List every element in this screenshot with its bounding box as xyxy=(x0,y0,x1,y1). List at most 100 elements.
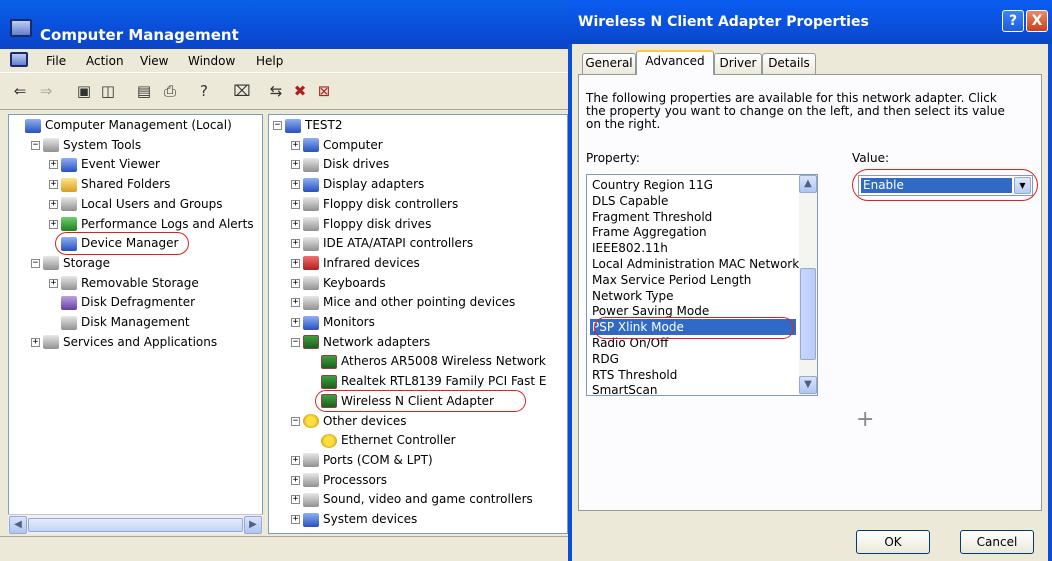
expand-icon[interactable]: + xyxy=(291,515,300,524)
help-icon[interactable]: ? xyxy=(194,81,214,101)
scan-hardware-icon[interactable]: ⌧ xyxy=(232,81,252,101)
property-item[interactable]: IEEE802.11h xyxy=(590,240,796,256)
property-item[interactable]: Local Administration MAC Network xyxy=(590,256,799,272)
scroll-up-icon[interactable]: ▲ xyxy=(799,175,817,193)
cancel-button[interactable]: Cancel xyxy=(960,530,1034,554)
tree-item[interactable]: Shared Folders xyxy=(61,175,170,194)
tab-details[interactable]: Details xyxy=(762,53,816,74)
forward-icon[interactable]: ⇒ xyxy=(36,81,56,101)
scroll-left-icon[interactable]: ◀ xyxy=(9,516,27,534)
tree-item[interactable]: Monitors xyxy=(303,313,375,332)
tree-item[interactable]: Display adapters xyxy=(303,175,424,194)
expand-icon[interactable]: + xyxy=(291,140,300,150)
expand-icon[interactable]: + xyxy=(49,160,58,170)
back-icon[interactable]: ⇐ xyxy=(10,81,30,101)
tree-item[interactable]: Mice and other pointing devices xyxy=(303,293,515,312)
property-list[interactable]: SmartScan RTS Threshold RDG Radio On/Off PSP… xyxy=(586,174,818,396)
menu-file[interactable]: File xyxy=(46,54,66,68)
tree-item[interactable]: Computer xyxy=(303,136,383,155)
up-folder-icon[interactable]: ▣ xyxy=(74,81,94,101)
tree-item[interactable]: Other devices xyxy=(303,412,407,431)
help-question-icon[interactable]: ? xyxy=(1002,10,1024,32)
collapse-icon[interactable]: − xyxy=(273,121,282,130)
print-icon[interactable]: ⎙ xyxy=(160,81,180,101)
expand-icon[interactable]: + xyxy=(291,160,300,170)
tree-item[interactable]: Disk drives xyxy=(303,155,389,174)
menu-window[interactable]: Window xyxy=(188,54,235,68)
properties-icon[interactable]: ▤ xyxy=(134,81,154,101)
tab-driver[interactable]: Driver xyxy=(714,53,762,74)
expand-icon[interactable]: + xyxy=(291,199,300,209)
disable-device-icon[interactable]: ⊠ xyxy=(314,81,334,101)
tree-item[interactable]: Realtek RTL8139 Family PCI Fast E xyxy=(321,372,546,391)
property-item[interactable]: Country Region 11G xyxy=(590,177,796,193)
tree-item[interactable]: Infrared devices xyxy=(303,254,420,273)
property-item[interactable]: Network Type xyxy=(590,288,796,304)
update-driver-icon[interactable]: ⇆ xyxy=(266,81,286,101)
ok-button[interactable]: OK xyxy=(856,530,930,554)
expand-icon[interactable]: + xyxy=(291,455,300,465)
tree-item[interactable]: Network adapters xyxy=(303,333,430,352)
tree-item[interactable]: Disk Management xyxy=(61,313,190,332)
expand-icon[interactable]: + xyxy=(291,239,300,249)
property-item[interactable]: Frame Aggregation xyxy=(590,224,796,240)
property-item[interactable]: SmartScan xyxy=(590,382,796,395)
scroll-thumb[interactable] xyxy=(28,518,243,532)
tree-item[interactable]: Disk Defragmenter xyxy=(61,293,195,312)
tree-item[interactable]: Ports (COM & LPT) xyxy=(303,451,433,470)
expand-icon[interactable]: + xyxy=(291,495,300,505)
expand-icon[interactable]: + xyxy=(291,258,300,268)
expand-icon[interactable]: + xyxy=(291,318,300,327)
collapse-icon[interactable]: − xyxy=(291,337,300,347)
menu-help[interactable]: Help xyxy=(256,54,283,68)
property-item[interactable]: Max Service Period Length xyxy=(590,272,796,288)
tree-item[interactable]: Sound, video and game controllers xyxy=(303,490,533,509)
tab-advanced[interactable]: Advanced xyxy=(636,50,714,75)
collapse-icon[interactable]: − xyxy=(31,258,40,268)
expand-icon[interactable]: + xyxy=(49,180,58,190)
expand-icon[interactable]: + xyxy=(31,337,40,347)
collapse-icon[interactable]: − xyxy=(31,140,40,150)
tree-item[interactable]: Local Users and Groups xyxy=(61,195,223,214)
scroll-right-icon[interactable]: ▶ xyxy=(244,516,262,534)
tree-item[interactable]: Computer Management (Local) xyxy=(25,116,232,135)
scroll-thumb[interactable] xyxy=(800,268,816,360)
expand-icon[interactable]: + xyxy=(291,180,300,190)
scroll-down-icon[interactable]: ▼ xyxy=(799,376,817,394)
close-icon[interactable]: X xyxy=(1026,10,1048,32)
menu-view[interactable]: View xyxy=(140,54,168,68)
tree-item[interactable]: IDE ATA/ATAPI controllers xyxy=(303,234,473,253)
tree-item[interactable]: Atheros AR5008 Wireless Network xyxy=(321,352,546,371)
tree-item[interactable]: Keyboards xyxy=(303,274,386,293)
system-menu-icon[interactable] xyxy=(10,52,28,67)
collapse-icon[interactable]: − xyxy=(291,416,300,426)
property-item[interactable]: RDG xyxy=(590,351,796,367)
tree-item[interactable]: Ethernet Controller xyxy=(321,431,456,450)
tree-item[interactable]: Floppy disk drives xyxy=(303,215,431,234)
tree-item[interactable]: Processors xyxy=(303,471,387,490)
property-item[interactable]: RTS Threshold xyxy=(590,367,796,383)
tree-item[interactable]: Removable Storage xyxy=(61,274,199,293)
expand-icon[interactable]: + xyxy=(291,278,300,288)
tree-item[interactable]: Services and Applications xyxy=(43,333,217,352)
tree-item[interactable]: System Tools xyxy=(43,136,141,155)
tree-item[interactable]: System devices xyxy=(303,510,417,529)
property-item[interactable]: Fragment Threshold xyxy=(590,209,796,225)
expand-icon[interactable]: + xyxy=(49,219,58,229)
title-bar[interactable]: Computer Management xyxy=(0,0,568,49)
expand-icon[interactable]: + xyxy=(49,199,58,209)
tree-item[interactable]: Storage xyxy=(43,254,110,273)
dialog-title-bar[interactable]: Wireless N Client Adapter Properties ? X xyxy=(568,0,1052,44)
uninstall-icon[interactable]: ✖ xyxy=(290,81,310,101)
expand-icon[interactable]: + xyxy=(49,278,58,288)
tab-general[interactable]: General xyxy=(582,53,636,74)
horizontal-scrollbar[interactable]: ◀ ▶ xyxy=(8,514,263,534)
property-list-scrollbar[interactable]: ▲ ▼ xyxy=(799,175,817,395)
tree-item[interactable]: TEST2 xyxy=(285,116,343,135)
expand-icon[interactable]: + xyxy=(291,475,300,485)
show-tree-icon[interactable]: ◫ xyxy=(98,81,118,101)
menu-action[interactable]: Action xyxy=(86,54,124,68)
property-item[interactable]: DLS Capable xyxy=(590,193,796,209)
expand-icon[interactable]: + xyxy=(291,219,300,229)
tree-item[interactable]: Event Viewer xyxy=(61,155,160,174)
